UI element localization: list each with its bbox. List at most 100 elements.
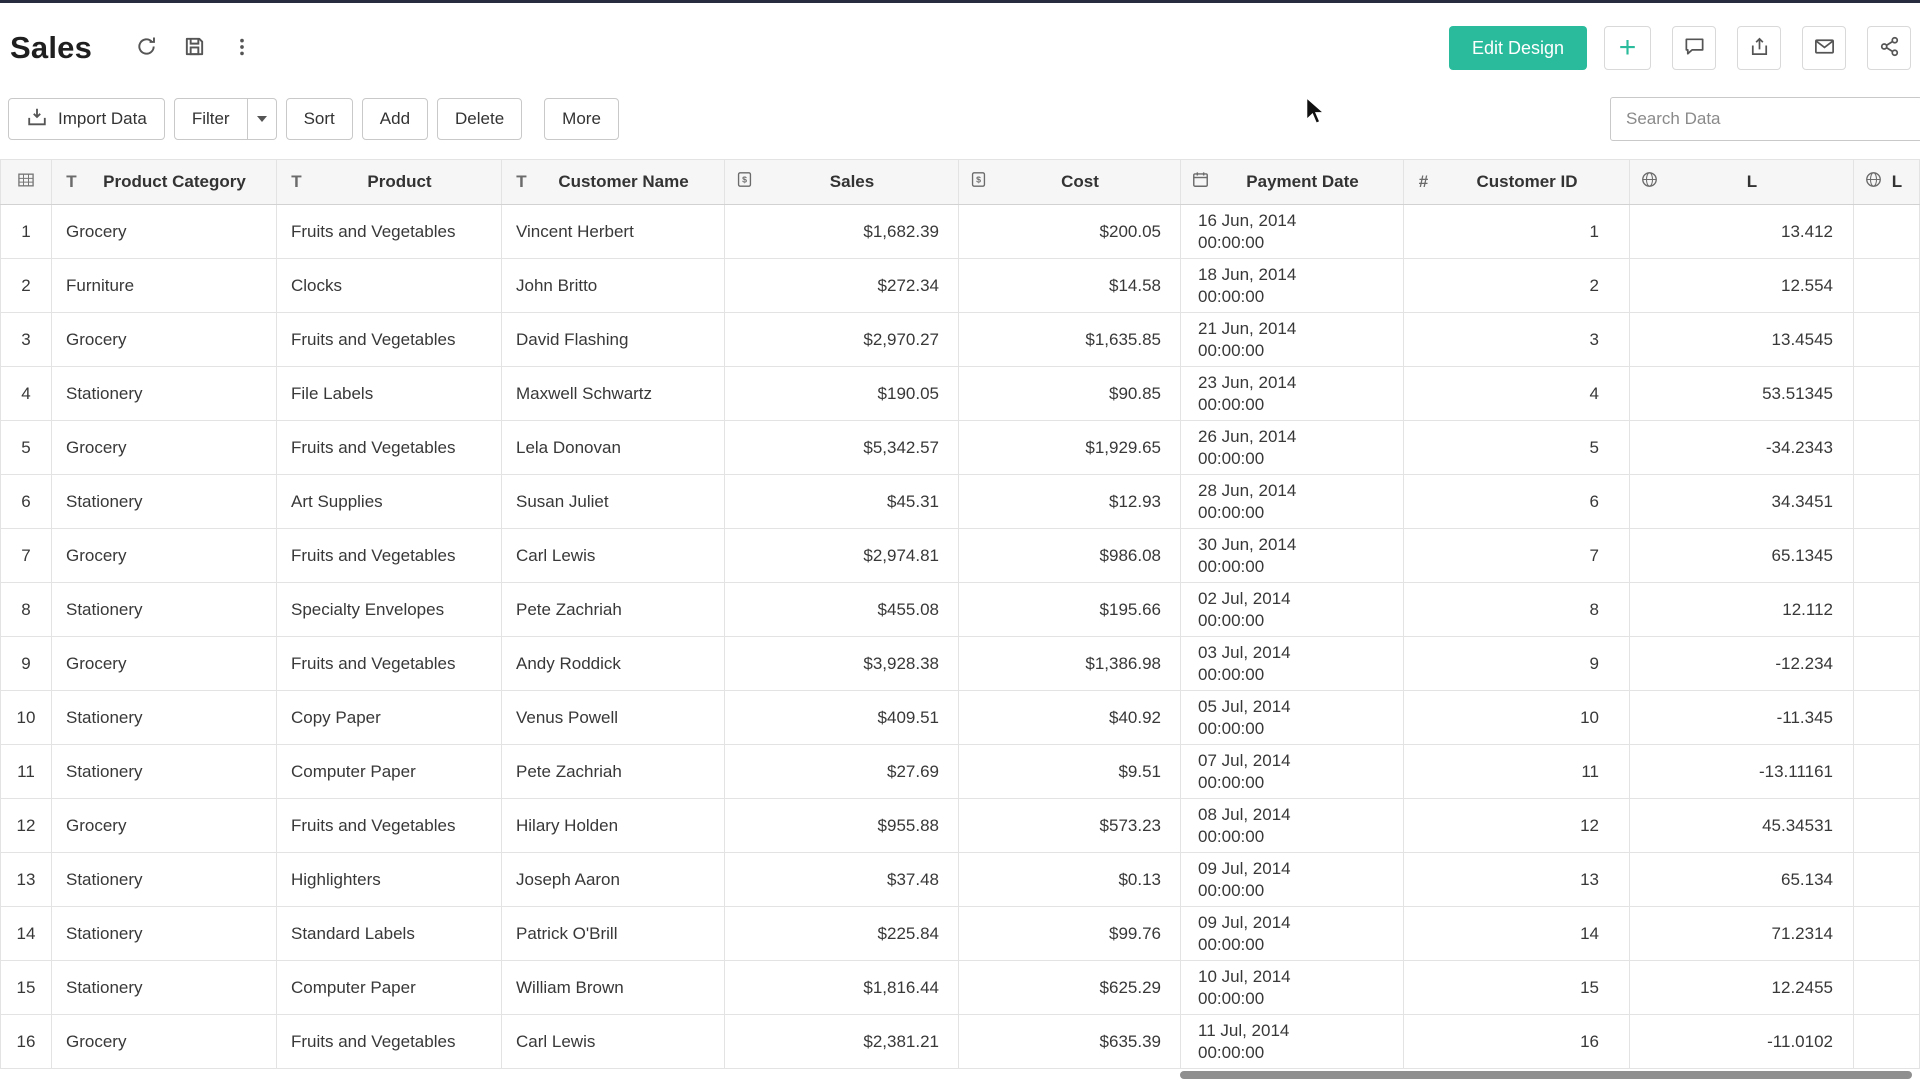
cell-latitude[interactable]: 65.134 [1630,853,1854,907]
cell-latitude[interactable]: 13.4545 [1630,313,1854,367]
cell-payment-date[interactable]: 16 Jun, 2014 00:00:00 [1181,205,1404,259]
cell-sales[interactable]: $455.08 [725,583,959,637]
cell-cost[interactable]: $12.93 [959,475,1181,529]
cell-customer-name[interactable]: Lela Donovan [502,421,725,475]
cell-customer-name[interactable]: Maxwell Schwartz [502,367,725,421]
cell-product[interactable]: Fruits and Vegetables [277,205,502,259]
cell-sales[interactable]: $5,342.57 [725,421,959,475]
row-number[interactable]: 1 [1,205,52,259]
share-button[interactable] [1867,26,1911,70]
cell-customer-id[interactable]: 7 [1404,529,1630,583]
cell-customer-id[interactable]: 9 [1404,637,1630,691]
cell-product[interactable]: Clocks [277,259,502,313]
add-button[interactable]: Add [362,98,428,140]
cell-product-category[interactable]: Stationery [52,745,277,799]
cell-latitude[interactable]: 34.3451 [1630,475,1854,529]
cell-payment-date[interactable]: 30 Jun, 2014 00:00:00 [1181,529,1404,583]
delete-button[interactable]: Delete [437,98,522,140]
row-number[interactable]: 12 [1,799,52,853]
row-number[interactable]: 15 [1,961,52,1015]
cell-product-category[interactable]: Stationery [52,475,277,529]
cell-payment-date[interactable]: 21 Jun, 2014 00:00:00 [1181,313,1404,367]
cell-latitude[interactable]: 12.554 [1630,259,1854,313]
cell-longitude-partial[interactable] [1854,961,1920,1015]
cell-payment-date[interactable]: 23 Jun, 2014 00:00:00 [1181,367,1404,421]
cell-latitude[interactable]: 13.412 [1630,205,1854,259]
cell-sales[interactable]: $3,928.38 [725,637,959,691]
cell-latitude[interactable]: 53.51345 [1630,367,1854,421]
cell-customer-id[interactable]: 15 [1404,961,1630,1015]
cell-cost[interactable]: $635.39 [959,1015,1181,1069]
cell-longitude-partial[interactable] [1854,205,1920,259]
cell-customer-name[interactable]: Vincent Herbert [502,205,725,259]
cell-product[interactable]: File Labels [277,367,502,421]
cell-product-category[interactable]: Grocery [52,529,277,583]
cell-customer-name[interactable]: John Britto [502,259,725,313]
cell-sales[interactable]: $1,682.39 [725,205,959,259]
search-input[interactable] [1610,97,1920,141]
cell-longitude-partial[interactable] [1854,691,1920,745]
cell-cost[interactable]: $99.76 [959,907,1181,961]
cell-latitude[interactable]: 71.2314 [1630,907,1854,961]
cell-longitude-partial[interactable] [1854,475,1920,529]
cell-customer-name[interactable]: Pete Zachriah [502,745,725,799]
cell-sales[interactable]: $27.69 [725,745,959,799]
column-header-product[interactable]: T Product [277,160,502,205]
cell-longitude-partial[interactable] [1854,583,1920,637]
cell-sales[interactable]: $955.88 [725,799,959,853]
row-number[interactable]: 10 [1,691,52,745]
cell-customer-name[interactable]: Susan Juliet [502,475,725,529]
cell-payment-date[interactable]: 05 Jul, 2014 00:00:00 [1181,691,1404,745]
cell-latitude[interactable]: 65.1345 [1630,529,1854,583]
cell-cost[interactable]: $90.85 [959,367,1181,421]
cell-customer-name[interactable]: David Flashing [502,313,725,367]
cell-longitude-partial[interactable] [1854,799,1920,853]
cell-customer-id[interactable]: 10 [1404,691,1630,745]
column-header-payment-date[interactable]: Payment Date [1181,160,1404,205]
cell-product-category[interactable]: Grocery [52,313,277,367]
refresh-button[interactable] [128,30,164,66]
cell-sales[interactable]: $409.51 [725,691,959,745]
cell-customer-id[interactable]: 8 [1404,583,1630,637]
row-number[interactable]: 4 [1,367,52,421]
cell-customer-name[interactable]: Carl Lewis [502,1015,725,1069]
cell-latitude[interactable]: -34.2343 [1630,421,1854,475]
row-number[interactable]: 9 [1,637,52,691]
cell-latitude[interactable]: 12.2455 [1630,961,1854,1015]
cell-longitude-partial[interactable] [1854,259,1920,313]
cell-sales[interactable]: $2,974.81 [725,529,959,583]
row-number[interactable]: 8 [1,583,52,637]
column-header-latitude[interactable]: L [1630,160,1854,205]
horizontal-scrollbar[interactable] [0,1070,1920,1080]
column-header-product-category[interactable]: T Product Category [52,160,277,205]
cell-customer-id[interactable]: 5 [1404,421,1630,475]
cell-customer-id[interactable]: 12 [1404,799,1630,853]
row-number[interactable]: 14 [1,907,52,961]
cell-payment-date[interactable]: 07 Jul, 2014 00:00:00 [1181,745,1404,799]
row-number[interactable]: 16 [1,1015,52,1069]
cell-customer-id[interactable]: 3 [1404,313,1630,367]
cell-customer-name[interactable]: Patrick O'Brill [502,907,725,961]
row-number[interactable]: 6 [1,475,52,529]
cell-longitude-partial[interactable] [1854,637,1920,691]
edit-design-button[interactable]: Edit Design [1449,26,1587,70]
row-number[interactable]: 13 [1,853,52,907]
cell-product-category[interactable]: Stationery [52,853,277,907]
cell-product-category[interactable]: Stationery [52,583,277,637]
cell-cost[interactable]: $625.29 [959,961,1181,1015]
cell-product-category[interactable]: Stationery [52,367,277,421]
cell-sales[interactable]: $2,381.21 [725,1015,959,1069]
horizontal-scrollbar-thumb[interactable] [1180,1071,1912,1079]
cell-latitude[interactable]: -13.11161 [1630,745,1854,799]
cell-cost[interactable]: $1,635.85 [959,313,1181,367]
cell-cost[interactable]: $0.13 [959,853,1181,907]
cell-cost[interactable]: $1,929.65 [959,421,1181,475]
cell-longitude-partial[interactable] [1854,907,1920,961]
cell-longitude-partial[interactable] [1854,421,1920,475]
cell-product-category[interactable]: Grocery [52,637,277,691]
comments-button[interactable] [1672,26,1716,70]
cell-customer-id[interactable]: 4 [1404,367,1630,421]
cell-product[interactable]: Fruits and Vegetables [277,1015,502,1069]
cell-cost[interactable]: $200.05 [959,205,1181,259]
cell-product-category[interactable]: Grocery [52,205,277,259]
